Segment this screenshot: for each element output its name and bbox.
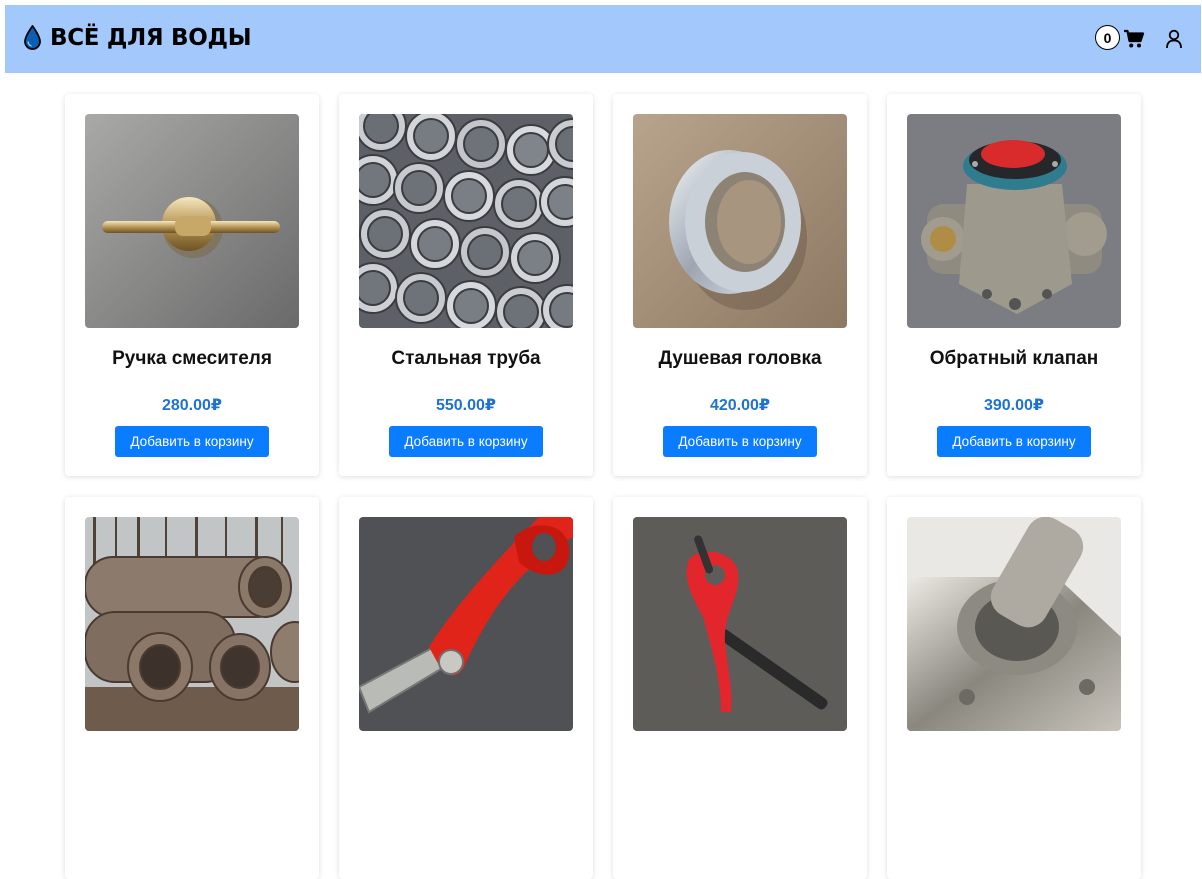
product-card[interactable] bbox=[65, 497, 319, 879]
shopping-cart-icon[interactable] bbox=[1123, 29, 1145, 54]
product-image-shower-head[interactable] bbox=[633, 114, 847, 328]
product-price: 280.00₽ bbox=[161, 397, 223, 414]
product-name: Стальная труба bbox=[391, 348, 541, 369]
product-card[interactable] bbox=[613, 497, 867, 879]
product-card[interactable] bbox=[339, 497, 593, 879]
logo[interactable]: ВСЁ ДЛЯ ВОДЫ bbox=[23, 25, 252, 51]
product-name: Душевая головка bbox=[658, 348, 822, 369]
product-name: Ручка смесителя bbox=[112, 348, 272, 369]
product-card[interactable] bbox=[887, 497, 1141, 879]
product-price: 390.00₽ bbox=[983, 397, 1045, 414]
product-price: 550.00₽ bbox=[435, 397, 497, 414]
product-image-steel-pipe[interactable] bbox=[359, 114, 573, 328]
add-to-cart-button[interactable]: Добавить в корзину bbox=[389, 426, 543, 457]
product-card[interactable]: Душевая головка 420.00₽ Добавить в корзи… bbox=[613, 94, 867, 476]
product-image-check-valve[interactable] bbox=[907, 114, 1121, 328]
add-to-cart-button[interactable]: Добавить в корзину bbox=[115, 426, 269, 457]
product-name: Обратный клапан bbox=[929, 348, 1099, 369]
product-card[interactable]: Ручка смесителя 280.00₽ Добавить в корзи… bbox=[65, 94, 319, 476]
add-to-cart-button[interactable]: Добавить в корзину bbox=[663, 426, 817, 457]
user-icon[interactable] bbox=[1165, 29, 1183, 54]
product-image-pipe-wrench[interactable] bbox=[359, 517, 573, 731]
add-to-cart-button[interactable]: Добавить в корзину bbox=[937, 426, 1091, 457]
site-title: ВСЁ ДЛЯ ВОДЫ bbox=[50, 25, 252, 51]
product-card[interactable]: Обратный клапан 390.00₽ Добавить в корзи… bbox=[887, 94, 1141, 476]
water-drop-icon bbox=[23, 25, 42, 51]
product-card[interactable]: Стальная труба 550.00₽ Добавить в корзин… bbox=[339, 94, 593, 476]
product-image-concrete-pipes[interactable] bbox=[85, 517, 299, 731]
cart-count-badge[interactable]: 0 bbox=[1095, 25, 1120, 50]
product-image-steel-valve[interactable] bbox=[907, 517, 1121, 731]
product-image-red-tool[interactable] bbox=[633, 517, 847, 731]
product-image-faucet-handle[interactable] bbox=[85, 114, 299, 328]
product-price: 420.00₽ bbox=[709, 397, 771, 414]
site-header: ВСЁ ДЛЯ ВОДЫ 0 bbox=[5, 5, 1201, 73]
